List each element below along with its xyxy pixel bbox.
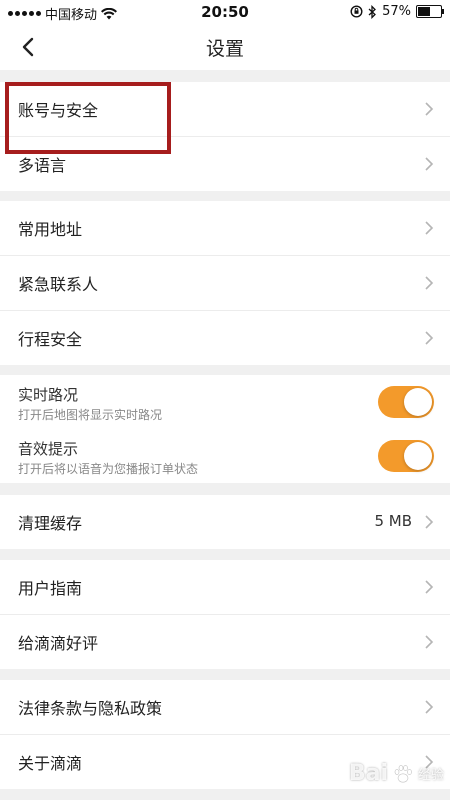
settings-item-clear-cache[interactable]: 清理缓存 5 MB bbox=[0, 495, 450, 549]
toggle-title: 实时路况 bbox=[18, 386, 79, 404]
orientation-lock-icon bbox=[350, 5, 363, 18]
settings-item-rate-app[interactable]: 给滴滴好评 bbox=[0, 615, 450, 669]
settings-item-common-address[interactable]: 常用地址 bbox=[0, 201, 450, 256]
settings-group-guide: 用户指南 给滴滴好评 bbox=[0, 560, 450, 669]
chevron-right-icon bbox=[425, 700, 434, 714]
settings-group-safety: 常用地址 紧急联系人 行程安全 bbox=[0, 201, 450, 365]
settings-item-trip-safety[interactable]: 行程安全 bbox=[0, 311, 450, 365]
nav-bar: 设置 bbox=[0, 24, 450, 70]
toggle-title: 音效提示 bbox=[18, 440, 79, 458]
highlight-annotation-box bbox=[5, 82, 171, 154]
settings-item-label: 关于滴滴 bbox=[18, 754, 83, 773]
chevron-right-icon bbox=[425, 276, 434, 290]
watermark-sub: 经验 bbox=[417, 768, 444, 783]
settings-group-toggles: 实时路况 打开后地图将显示实时路况 音效提示 打开后将以语音为您播报订单状态 bbox=[0, 375, 450, 483]
watermark-brand: Bai bbox=[348, 761, 388, 786]
paw-icon bbox=[394, 764, 412, 782]
settings-item-label: 法律条款与隐私政策 bbox=[18, 699, 163, 718]
settings-item-label: 用户指南 bbox=[18, 579, 83, 598]
settings-item-label: 给滴滴好评 bbox=[18, 634, 99, 653]
status-bar: 中国移动 20:50 57% bbox=[0, 0, 450, 24]
traffic-toggle-switch[interactable] bbox=[378, 386, 434, 418]
toggle-subtitle: 打开后将以语音为您播报订单状态 bbox=[18, 462, 199, 476]
chevron-right-icon bbox=[425, 102, 434, 116]
toggle-knob bbox=[404, 442, 432, 470]
chevron-right-icon bbox=[425, 635, 434, 649]
cache-size-value: 5 MB bbox=[374, 512, 412, 530]
page-title: 设置 bbox=[205, 38, 244, 60]
settings-item-label: 紧急联系人 bbox=[18, 275, 99, 294]
settings-item-emergency-contact[interactable]: 紧急联系人 bbox=[0, 256, 450, 311]
settings-group-cache: 清理缓存 5 MB bbox=[0, 495, 450, 549]
chevron-right-icon bbox=[425, 157, 434, 171]
chevron-right-icon bbox=[425, 515, 434, 529]
chevron-right-icon bbox=[425, 580, 434, 594]
settings-item-user-guide[interactable]: 用户指南 bbox=[0, 560, 450, 615]
battery-icon bbox=[416, 5, 444, 18]
settings-item-label: 清理缓存 bbox=[18, 514, 83, 533]
chevron-right-icon bbox=[425, 221, 434, 235]
status-right: 57% bbox=[350, 4, 444, 19]
toggle-knob bbox=[404, 388, 432, 416]
settings-item-label: 常用地址 bbox=[18, 220, 83, 239]
sound-toggle-switch[interactable] bbox=[378, 440, 434, 472]
settings-item-label: 多语言 bbox=[18, 156, 67, 175]
chevron-right-icon bbox=[425, 331, 434, 345]
bluetooth-icon bbox=[368, 4, 377, 19]
toggle-row-sound: 音效提示 打开后将以语音为您播报订单状态 bbox=[0, 429, 450, 483]
settings-item-legal-privacy[interactable]: 法律条款与隐私政策 bbox=[0, 680, 450, 735]
baidu-watermark: Bai 经验 bbox=[349, 761, 444, 786]
toggle-row-traffic: 实时路况 打开后地图将显示实时路况 bbox=[0, 375, 450, 429]
toggle-subtitle: 打开后地图将显示实时路况 bbox=[18, 408, 163, 422]
settings-item-label: 行程安全 bbox=[18, 330, 83, 349]
battery-percent: 57% bbox=[382, 4, 411, 19]
